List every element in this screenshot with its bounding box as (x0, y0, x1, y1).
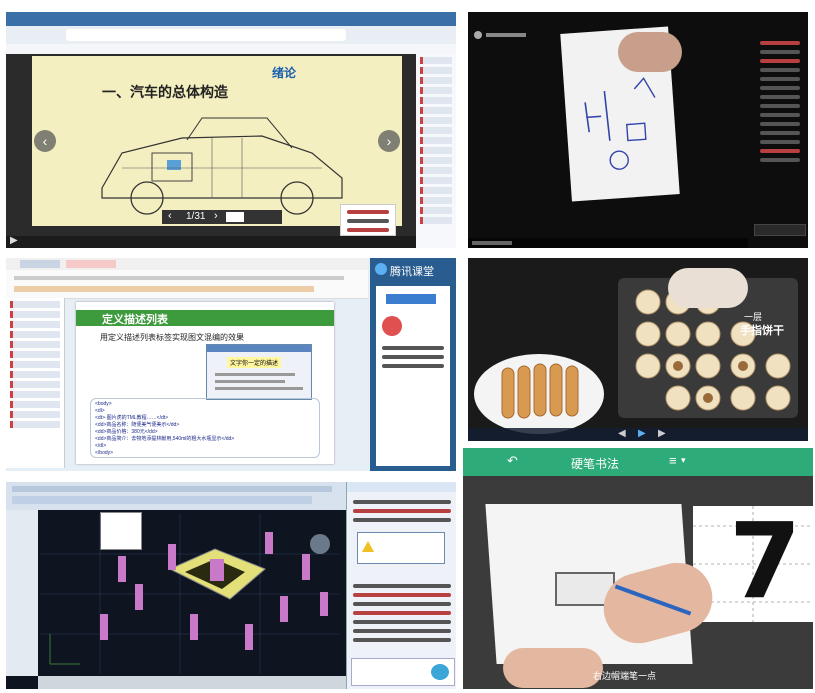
next-slide-button[interactable]: › (378, 130, 400, 152)
code-box: <body> <dl> <dt>·图片虎的TML教程……</dt> <dd>商品… (90, 398, 320, 458)
prev-slide-button[interactable]: ‹ (34, 130, 56, 152)
page-counter: 1/31 (186, 211, 206, 222)
next-page-icon[interactable]: › (214, 210, 218, 222)
chevron-down-icon[interactable]: ▾ (681, 455, 686, 466)
video-controls: ▶ (6, 235, 416, 248)
cad-left-toolbar (6, 510, 38, 676)
code-line: <dt>·图片虎的TML教程……</dt> (95, 415, 169, 421)
player-controls: ▶ ◀ ▶ (468, 428, 808, 441)
caption: 右边帽端笔一点 (593, 671, 657, 681)
browser-toolbar (6, 26, 456, 44)
ribbon-row (14, 276, 344, 280)
preview-popup: 文字你一定的描述 (206, 344, 312, 400)
code-line: </dl> (95, 443, 107, 449)
tencent-classroom-sidebar: 腾讯课堂 (370, 258, 456, 471)
course-sidebar (416, 54, 456, 248)
slide-title: 一、汽车的总体构造 (102, 84, 228, 100)
popup-line (215, 380, 285, 383)
chat-panel (754, 36, 806, 236)
next-icon[interactable]: ▶ (658, 428, 666, 439)
command-line[interactable] (38, 676, 346, 689)
avatar (474, 31, 482, 39)
brand-label: 腾讯课堂 (390, 266, 434, 278)
chat-titlebar (347, 482, 456, 492)
chat-input[interactable] (754, 224, 806, 236)
panel-baking-video: 一层 手指饼干 ▶ ◀ ▶ (468, 258, 808, 441)
warning-icon (362, 541, 374, 552)
live-controls (468, 238, 748, 248)
app-title: 硬笔书法 (571, 457, 620, 471)
code-line: <dl> (95, 408, 105, 414)
slide: 一、汽车的总体构造 绪论 ‹ 1/31 › (32, 56, 402, 226)
ribbon-row-2 (12, 496, 312, 504)
ladyfingers (501, 363, 579, 419)
record-icon[interactable] (382, 316, 402, 336)
code-line: </body> (95, 450, 114, 456)
popup-line (215, 387, 303, 390)
page-controls: ‹ 1/31 › (162, 210, 282, 224)
ribbon (6, 270, 368, 299)
prev-icon[interactable]: ◀ (618, 428, 626, 439)
code-line: <dd>商品简介：去物地添提林献用,540ml的粗大水瓶显示</dd> (95, 436, 235, 442)
hand (503, 648, 603, 688)
start-class-button[interactable] (386, 294, 436, 304)
class-panel (376, 286, 450, 466)
prev-page-icon[interactable]: ‹ (168, 210, 172, 222)
ribbon-row-2 (14, 286, 314, 292)
panel-html-lesson: 定义描述列表 用定义描述列表标签实现图文混编的效果 文字你一定的描述 <body… (6, 258, 456, 471)
code-line: <body> (95, 401, 112, 407)
car-diagram (101, 117, 343, 215)
chat-window (346, 482, 456, 689)
cad-ribbon (6, 482, 346, 510)
panel-cad-lesson (6, 482, 456, 689)
app-header: ↶ 硬笔书法 ≡ ▾ (463, 448, 813, 476)
controls-strip (472, 241, 512, 245)
address-bar[interactable] (66, 29, 346, 41)
popup-heading: 文字你一定的描述 (227, 357, 282, 368)
panel-car-lesson: 一、汽车的总体构造 绪论 ‹ 1/31 › ‹ › ▶ (6, 12, 456, 248)
character-glyph: 7 (729, 500, 802, 622)
play-icon[interactable]: ▶ (638, 428, 646, 439)
doc-tab[interactable] (20, 260, 60, 268)
hand (618, 32, 682, 72)
send-button[interactable] (431, 664, 449, 680)
back-icon[interactable]: ↶ (507, 453, 518, 469)
slide-thumbnails (6, 298, 65, 468)
popup-line (215, 373, 295, 376)
caption: 手指饼干 (740, 325, 784, 337)
cad-viewport (40, 514, 340, 674)
play-icon[interactable]: ▶ (10, 235, 18, 246)
page-input[interactable] (226, 212, 244, 222)
browser-tab-bar (6, 12, 456, 26)
hand (668, 268, 748, 308)
code-line: <dd>商品名称：随便美气便美示</dd> (95, 422, 180, 428)
chat-popup (340, 204, 396, 236)
popup-titlebar (207, 345, 311, 352)
doc-tab-active[interactable] (66, 260, 116, 268)
ribbon-row (12, 486, 332, 492)
slide-title: 定义描述列表 (102, 314, 168, 326)
bookmarks-bar (6, 44, 456, 54)
menu-icon[interactable]: ≡ (669, 453, 677, 468)
panel-calligraphy: ↶ 硬笔书法 ≡ ▾ 7 右边帽端笔一点 (463, 448, 813, 689)
viewer-label (486, 33, 526, 37)
brand-logo-icon (375, 263, 387, 275)
slide-tag: 绪论 (272, 66, 297, 80)
code-line: <dd>商品价格：380元</dd> (95, 429, 158, 435)
panel-handwriting-live (468, 12, 808, 248)
slide-bullet: 用定义描述列表标签实现图文混编的效果 (100, 333, 244, 342)
slide: 定义描述列表 用定义描述列表标签实现图文混编的效果 文字你一定的描述 <body… (76, 302, 334, 464)
slide-header: 定义描述列表 (76, 310, 334, 326)
alert-dialog (357, 532, 445, 564)
